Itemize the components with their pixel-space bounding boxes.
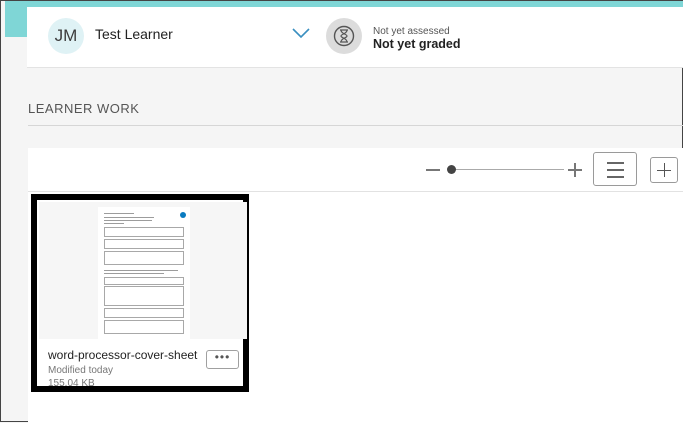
zoom-out-icon[interactable] <box>426 169 440 171</box>
file-card[interactable]: word-processor-cover-sheet Modified toda… <box>31 194 249 392</box>
section-divider <box>28 125 683 126</box>
publisher-logo-icon <box>180 212 186 218</box>
top-accent-tab <box>5 1 27 37</box>
add-file-button[interactable] <box>650 157 678 183</box>
file-thumbnail[interactable] <box>39 202 247 339</box>
avatar: JM <box>48 18 84 54</box>
grade-status: Not yet graded <box>373 37 461 51</box>
chevron-down-icon[interactable] <box>292 27 310 39</box>
toolbar-divider <box>28 191 683 192</box>
zoom-slider-handle[interactable] <box>447 165 456 174</box>
file-name[interactable]: word-processor-cover-sheet <box>48 348 200 362</box>
assessment-status-label: Not yet assessed <box>373 26 450 37</box>
learner-name: Test Learner <box>95 26 173 42</box>
list-view-button[interactable] <box>593 152 637 186</box>
section-title: LEARNER WORK <box>28 101 140 116</box>
document-preview <box>98 207 190 339</box>
hourglass-icon <box>326 18 362 54</box>
file-size: 155.04 KB <box>48 378 95 389</box>
more-options-button[interactable]: ••• <box>206 350 239 369</box>
zoom-slider[interactable] <box>449 169 564 170</box>
zoom-in-icon-vertical[interactable] <box>574 163 576 177</box>
file-modified-date: Modified today <box>48 365 114 376</box>
learner-work-panel: word-processor-cover-sheet Modified toda… <box>28 148 683 423</box>
learner-header: JM Test Learner Not yet assessed Not yet… <box>27 7 683 68</box>
